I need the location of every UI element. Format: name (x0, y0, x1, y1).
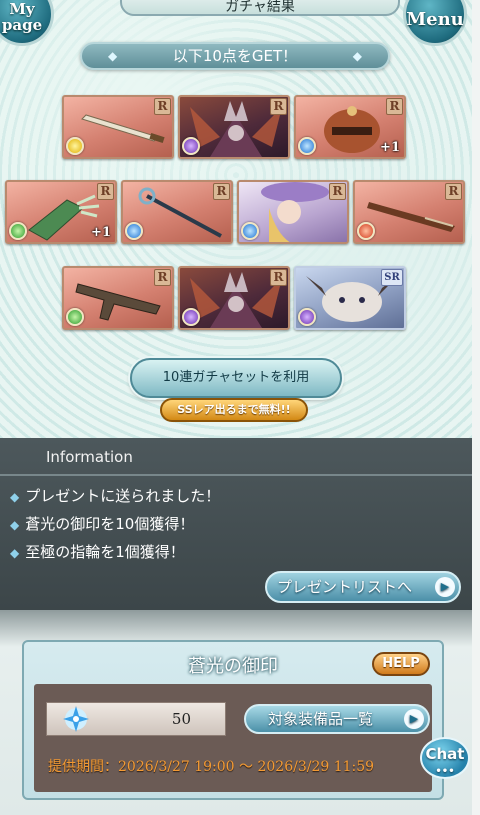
get-banner: ◆ 以下10点をGET！ ◆ (80, 42, 390, 70)
item-card-gun[interactable]: R (62, 266, 174, 330)
info-line: ◆ 至極の指輪を1個獲得！ (0, 538, 472, 566)
rarity-badge: R (154, 269, 171, 286)
item-card-sword[interactable]: R (62, 95, 174, 159)
plus-bonus: +1 (91, 225, 111, 240)
rarity-badge: R (154, 98, 171, 115)
item-card-summon-sage[interactable]: R (237, 180, 349, 244)
diamond-icon: ◆ (108, 49, 118, 63)
info-line-text: 蒼光の御印を10個獲得！ (25, 515, 195, 533)
ten-draw-gacha-button[interactable]: 10連ガチャセットを利用 (130, 358, 342, 398)
item-card-summon-water[interactable]: R +1 (294, 95, 406, 159)
help-button[interactable]: HELP (372, 652, 430, 676)
dark-element-icon (298, 308, 316, 326)
item-card-rifle[interactable]: R (353, 180, 465, 244)
page-title: ガチャ結果 (120, 0, 400, 16)
chat-button[interactable]: Chat ••• (420, 737, 470, 779)
target-equipment-list-button[interactable]: 対象装備品一覧 ▶ (244, 704, 430, 734)
offer-period: 提供期間：2026/3/27 19:00 ～ 2026/3/29 11:59 (48, 759, 375, 775)
light-element-icon (66, 137, 84, 155)
rarity-badge: R (213, 183, 230, 200)
info-line-text: 至極の指輪を1個獲得！ (25, 543, 185, 561)
rarity-badge: R (329, 183, 346, 200)
mypage-label: My page (1, 0, 43, 34)
menu-label: Menu (406, 9, 464, 30)
rarity-badge: R (97, 183, 114, 200)
diamond-bullet-icon: ◆ (10, 518, 20, 532)
diamond-icon: ◆ (352, 49, 362, 63)
item-card-staff[interactable]: R (121, 180, 233, 244)
information-heading: Information (0, 438, 472, 476)
diamond-bullet-icon: ◆ (10, 546, 20, 560)
item-card-gauntlet[interactable]: R +1 (5, 180, 117, 244)
item-card-summon-dark[interactable]: R (178, 95, 290, 159)
sigil-info-box: 50 対象装備品一覧 ▶ 提供期間：2026/3/27 19:00 ～ 2026… (34, 684, 432, 792)
circle-arrow-right-icon: ▶ (435, 577, 455, 597)
water-element-icon (298, 137, 316, 155)
ss-free-badge[interactable]: SSレア出るまで無料!! (160, 398, 308, 422)
sigil-count-box: 50 (46, 702, 226, 736)
circle-arrow-right-icon: ▶ (404, 709, 424, 729)
wind-element-icon (66, 308, 84, 326)
item-card-summon-sr[interactable]: SR (294, 266, 406, 330)
target-equipment-label: 対象装備品一覧 (268, 710, 374, 728)
fire-element-icon (357, 222, 375, 240)
rarity-badge: SR (381, 269, 403, 286)
rarity-badge: R (445, 183, 462, 200)
info-line: ◆ プレゼントに送られました！ (0, 482, 472, 510)
present-list-label: プレゼントリストへ (277, 578, 413, 596)
get-banner-text: 以下10点をGET！ (172, 47, 298, 65)
rarity-badge: R (270, 98, 287, 115)
water-element-icon (241, 222, 259, 240)
sigil-count: 50 (171, 710, 191, 728)
plus-bonus: +1 (380, 140, 400, 155)
sigil-panel: 蒼光の御印 HELP 50 対象装備品一覧 ▶ 提供期間：2026/3/27 1… (22, 640, 444, 800)
chat-dots-icon: ••• (435, 766, 455, 777)
info-line: ◆ 蒼光の御印を10個獲得！ (0, 510, 472, 538)
rarity-badge: R (270, 269, 287, 286)
right-edge-strip (472, 0, 480, 815)
item-card-summon-dark-2[interactable]: R (178, 266, 290, 330)
present-list-button[interactable]: プレゼントリストへ ▶ (265, 571, 461, 603)
dark-element-icon (182, 137, 200, 155)
water-element-icon (125, 222, 143, 240)
blue-star-sigil-icon (63, 706, 89, 732)
rarity-badge: R (386, 98, 403, 115)
info-line-text: プレゼントに送られました！ (25, 487, 221, 505)
diamond-bullet-icon: ◆ (10, 490, 20, 504)
wind-element-icon (9, 222, 27, 240)
dark-element-icon (182, 308, 200, 326)
